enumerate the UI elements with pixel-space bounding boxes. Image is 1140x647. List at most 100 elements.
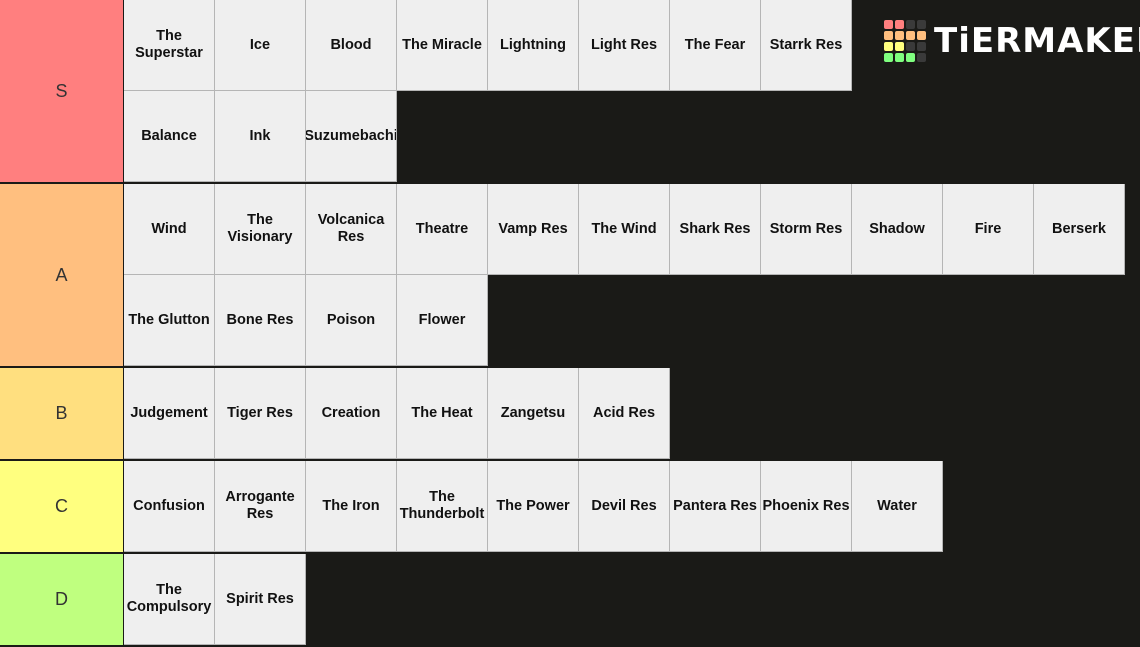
tier-item-label: The Miracle bbox=[402, 36, 482, 53]
tier-item-label: Flower bbox=[418, 311, 466, 328]
tier-item[interactable]: The Compulsory bbox=[124, 554, 215, 645]
tier-item[interactable]: Storm Res bbox=[761, 184, 852, 275]
tier-item[interactable]: The Fear bbox=[670, 0, 761, 91]
tier-item-label: Blood bbox=[330, 36, 372, 53]
logo-grid-cell bbox=[906, 20, 915, 29]
tier-item[interactable]: Wind bbox=[124, 184, 215, 275]
tier-item[interactable]: Flower bbox=[397, 275, 488, 366]
tier-items: Confusion Arrogante Res The Iron The Thunde… bbox=[124, 461, 1126, 552]
tier-item[interactable]: Phoenix Res bbox=[761, 461, 852, 552]
tier-item[interactable]: Creation bbox=[306, 368, 397, 459]
tier-item[interactable]: The Glutton bbox=[124, 275, 215, 366]
tier-item-label: The Heat bbox=[411, 404, 473, 421]
logo-grid-cell bbox=[884, 20, 893, 29]
tier-item-label: The Superstar bbox=[135, 28, 203, 61]
tier-item-label: Shadow bbox=[869, 220, 925, 237]
tier-item[interactable]: Shadow bbox=[852, 184, 943, 275]
tier-item[interactable]: The Iron bbox=[306, 461, 397, 552]
tier-item-label: Water bbox=[877, 497, 917, 514]
tier-item[interactable]: Volcanica Res bbox=[306, 184, 397, 275]
logo-grid-cell bbox=[895, 53, 904, 62]
tier-item-label: Devil Res bbox=[591, 497, 657, 514]
tier-item-label: Lightning bbox=[499, 36, 567, 53]
tier-row-c: C Confusion Arrogante Res The Iron The Thund… bbox=[0, 461, 1140, 554]
tier-item[interactable]: The Visionary bbox=[215, 184, 306, 275]
tier-item[interactable]: Ink bbox=[215, 91, 306, 182]
tier-item[interactable]: Zangetsu bbox=[488, 368, 579, 459]
tier-item-label: The Visionary bbox=[227, 212, 293, 245]
tier-items: The Superstar Ice Blood The Miracle Lightnin… bbox=[124, 0, 853, 182]
tier-item-label: Vamp Res bbox=[498, 220, 568, 237]
tier-item[interactable]: The Power bbox=[488, 461, 579, 552]
tier-row-b: B Judgement Tiger Res Creation The Heat Zange… bbox=[0, 368, 1140, 461]
tier-label[interactable]: D bbox=[0, 554, 124, 645]
tier-item[interactable]: Fire bbox=[943, 184, 1034, 275]
logo-grid-cell bbox=[884, 42, 893, 51]
tier-item[interactable]: Arrogante Res bbox=[215, 461, 306, 552]
logo-grid-cell bbox=[917, 53, 926, 62]
tier-items: Judgement Tiger Res Creation The Heat Zanget… bbox=[124, 368, 1126, 459]
tier-item-label: Wind bbox=[151, 220, 187, 237]
tier-item-label: Acid Res bbox=[592, 404, 656, 421]
logo-grid-cell bbox=[906, 42, 915, 51]
tier-item[interactable]: The Thunderbolt bbox=[397, 461, 488, 552]
tier-item-label: Ink bbox=[249, 127, 271, 144]
tier-item[interactable]: Tiger Res bbox=[215, 368, 306, 459]
tier-item-label: Berserk bbox=[1051, 220, 1106, 237]
tier-item-label: The Fear bbox=[684, 36, 746, 53]
tier-item[interactable]: Water bbox=[852, 461, 943, 552]
tier-item-label: Spirit Res bbox=[226, 590, 294, 607]
tier-item[interactable]: Light Res bbox=[579, 0, 670, 91]
logo-grid-cell bbox=[906, 31, 915, 40]
tier-item[interactable]: Blood bbox=[306, 0, 397, 91]
logo-grid-cell bbox=[906, 53, 915, 62]
tier-item-label: The Power bbox=[496, 497, 570, 514]
tier-item[interactable]: Ice bbox=[215, 0, 306, 91]
tier-item[interactable]: Berserk bbox=[1034, 184, 1125, 275]
tier-item[interactable]: Confusion bbox=[124, 461, 215, 552]
tier-items: Wind The Visionary Volcanica Res Theatre Vam… bbox=[124, 184, 1126, 366]
tier-label[interactable]: A bbox=[0, 184, 124, 366]
tier-item[interactable]: Shark Res bbox=[670, 184, 761, 275]
tier-item[interactable]: Acid Res bbox=[579, 368, 670, 459]
tier-item-label: Poison bbox=[326, 311, 376, 328]
tier-item[interactable]: The Miracle bbox=[397, 0, 488, 91]
tier-item-label: Fire bbox=[974, 220, 1002, 237]
tier-item[interactable]: The Heat bbox=[397, 368, 488, 459]
tiermaker-logo[interactable]: TiERMAKER bbox=[884, 20, 1140, 62]
tier-item[interactable]: Starrk Res bbox=[761, 0, 852, 91]
tier-item[interactable]: The Superstar bbox=[124, 0, 215, 91]
tier-label[interactable]: C bbox=[0, 461, 124, 552]
tier-item[interactable]: Poison bbox=[306, 275, 397, 366]
logo-grid-cell bbox=[895, 31, 904, 40]
tier-item-label: Starrk Res bbox=[769, 36, 843, 53]
tier-item[interactable]: Bone Res bbox=[215, 275, 306, 366]
logo-grid-cell bbox=[884, 53, 893, 62]
tier-item[interactable]: Suzumebachi bbox=[306, 91, 397, 182]
tier-item[interactable]: Vamp Res bbox=[488, 184, 579, 275]
tier-item[interactable]: The Wind bbox=[579, 184, 670, 275]
tier-item-label: Storm Res bbox=[769, 220, 843, 237]
tier-item-label: Volcanica Res bbox=[317, 212, 385, 245]
logo-grid-cell bbox=[917, 20, 926, 29]
logo-grid-cell bbox=[884, 31, 893, 40]
tier-item-label: Judgement bbox=[130, 404, 208, 421]
tier-item[interactable]: Judgement bbox=[124, 368, 215, 459]
tier-item-label: Ice bbox=[249, 36, 271, 53]
tier-item[interactable]: Balance bbox=[124, 91, 215, 182]
tier-item[interactable]: Pantera Res bbox=[670, 461, 761, 552]
tier-item-label: Theatre bbox=[415, 220, 469, 237]
tier-item[interactable]: Spirit Res bbox=[215, 554, 306, 645]
tier-item[interactable]: Theatre bbox=[397, 184, 488, 275]
tier-item-label: Pantera Res bbox=[673, 497, 757, 514]
tier-item-label: Zangetsu bbox=[500, 404, 566, 421]
tier-item-label: Light Res bbox=[590, 36, 658, 53]
logo-grid-cell bbox=[895, 42, 904, 51]
tier-label[interactable]: S bbox=[0, 0, 124, 182]
tier-label[interactable]: B bbox=[0, 368, 124, 459]
tier-item[interactable]: Lightning bbox=[488, 0, 579, 91]
tier-list: S The Superstar Ice Blood The Miracle Lightni… bbox=[0, 0, 1140, 647]
tier-item[interactable]: Devil Res bbox=[579, 461, 670, 552]
tier-item-label: Suzumebachi bbox=[306, 127, 397, 144]
logo-grid-cell bbox=[895, 20, 904, 29]
